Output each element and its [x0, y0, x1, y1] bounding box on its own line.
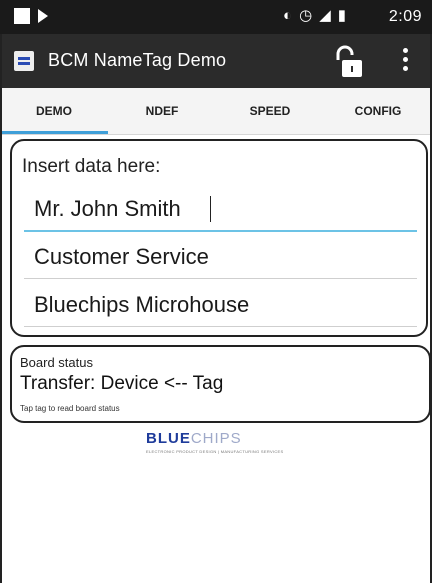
status-bar: ◐ ◷ ◢ ▮ 2:09	[0, 0, 432, 34]
notification-square-icon	[14, 8, 30, 24]
status-time: 2:09	[388, 8, 422, 25]
app-bar: BCM NameTag Demo	[0, 34, 432, 88]
brand-word-chips: CHIPS	[190, 430, 242, 447]
app-logo-icon	[14, 51, 34, 71]
transfer-direction: Transfer: Device <-- Tag	[20, 373, 224, 394]
name-field-value: Mr. John Smith	[34, 196, 181, 221]
department-field[interactable]: Customer Service	[24, 238, 417, 279]
brand-word-blue: BLUE	[146, 430, 191, 447]
tab-config[interactable]: CONFIG	[324, 88, 432, 134]
timer-icon: ◐	[283, 7, 293, 24]
department-field-value: Customer Service	[34, 244, 209, 269]
tab-demo[interactable]: DEMO	[0, 88, 108, 134]
insert-data-panel: Insert data here: Mr. John Smith Custome…	[10, 139, 428, 337]
text-caret	[210, 196, 211, 222]
name-field[interactable]: Mr. John Smith	[24, 190, 417, 232]
tab-speed[interactable]: SPEED	[216, 88, 324, 134]
board-status-title: Board status	[20, 355, 93, 370]
signal-icon: ◢	[319, 7, 331, 24]
company-field-value: Bluechips Microhouse	[34, 292, 250, 317]
board-status-hint: Tap tag to read board status	[20, 404, 120, 413]
insert-data-label: Insert data here:	[22, 156, 161, 177]
battery-icon: ▮	[337, 7, 346, 24]
app-title: BCM NameTag Demo	[48, 50, 227, 70]
tab-ndef[interactable]: NDEF	[108, 88, 216, 134]
status-icons: ◐ ◷ ◢ ▮	[283, 7, 346, 25]
overflow-menu-icon[interactable]	[402, 48, 410, 74]
tab-bar: DEMO NDEF SPEED CONFIG	[0, 88, 432, 135]
bluechips-logo: BLUECHIPS ELECTRONIC PRODUCT DESIGN | MA…	[146, 430, 296, 458]
frame-left-edge	[0, 34, 2, 583]
unlock-icon[interactable]	[330, 44, 366, 80]
company-field[interactable]: Bluechips Microhouse	[24, 286, 417, 327]
board-status-panel[interactable]: Board status Transfer: Device <-- Tag Ta…	[10, 345, 431, 423]
brand-tagline: ELECTRONIC PRODUCT DESIGN | MANUFACTURIN…	[146, 449, 284, 454]
alarm-icon: ◷	[299, 7, 313, 24]
play-store-icon	[38, 9, 48, 23]
